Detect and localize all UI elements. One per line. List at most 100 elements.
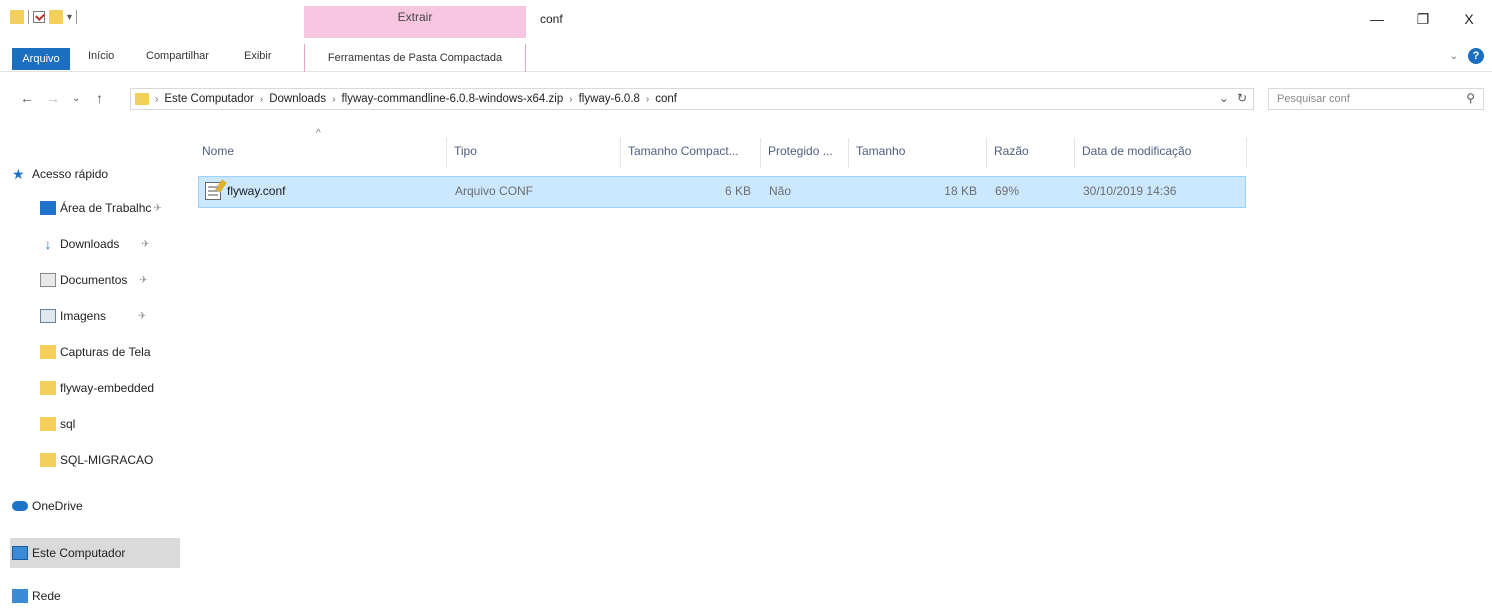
chevron-right-icon[interactable]: › xyxy=(260,94,263,105)
table-row[interactable]: flyway.conf Arquivo CONF 6 KB Não 18 KB … xyxy=(198,176,1246,208)
sidebar-quick-access[interactable]: ★ Acesso rápido xyxy=(12,160,108,188)
sidebar-item-label: Este Computador xyxy=(32,546,126,560)
column-divider[interactable] xyxy=(1246,138,1247,168)
sidebar-item-label: Imagens xyxy=(60,309,107,323)
star-icon: ★ xyxy=(12,166,25,182)
column-divider[interactable] xyxy=(986,138,987,168)
sidebar-item-label: Capturas de Tela xyxy=(60,345,151,359)
breadcrumb-flyway[interactable]: flyway-6.0.8 xyxy=(579,93,640,105)
column-divider[interactable] xyxy=(446,138,447,168)
sidebar-item-label: SQL-MIGRACAO xyxy=(60,453,154,467)
sidebar-item-label: flyway-embedded xyxy=(60,381,155,395)
breadcrumb-downloads[interactable]: Downloads xyxy=(269,93,326,105)
tab-ferramentas-pasta-compactada[interactable]: Ferramentas de Pasta Compactada xyxy=(304,44,526,72)
column-header-razao[interactable]: Razão xyxy=(994,144,1029,158)
chevron-right-icon[interactable]: › xyxy=(569,94,572,105)
sidebar-item-capturas-de-tela[interactable]: Capturas de Tela xyxy=(40,338,151,366)
pin-icon[interactable]: ✈ xyxy=(153,203,161,214)
tab-arquivo[interactable]: Arquivo xyxy=(12,48,70,70)
folder-icon xyxy=(40,345,56,359)
tab-inicio[interactable]: Início xyxy=(88,50,114,62)
file-modified: 30/10/2019 14:36 xyxy=(1083,184,1177,198)
column-header-data-modificacao[interactable]: Data de modificação xyxy=(1082,144,1191,158)
tab-compartilhar[interactable]: Compartilhar xyxy=(146,50,209,62)
divider xyxy=(76,10,78,24)
chevron-right-icon[interactable]: › xyxy=(332,94,335,105)
search-icon[interactable]: ⚲ xyxy=(1466,91,1475,105)
ribbon-right: ⌄ ? xyxy=(1450,48,1484,64)
column-header-tamanho[interactable]: Tamanho xyxy=(856,144,905,158)
ribbon-tabs: Arquivo Início Compartilhar Exibir Ferra… xyxy=(0,44,1492,72)
desktop-icon xyxy=(40,201,56,215)
sidebar-item-area-de-trabalho[interactable]: Área de Trabalhc ✈ xyxy=(40,194,162,222)
up-arrow-icon[interactable]: ↑ xyxy=(96,90,103,106)
folder-icon[interactable] xyxy=(10,10,24,24)
sidebar-item-documentos[interactable]: Documentos ✈ xyxy=(40,266,148,294)
minimize-button[interactable]: — xyxy=(1354,4,1400,34)
column-header-protegido[interactable]: Protegido ... xyxy=(768,144,833,158)
column-headers: ^ Nome Tipo Tamanho Compact... Protegido… xyxy=(198,128,1248,170)
sidebar-item-label: Acesso rápido xyxy=(32,167,109,181)
column-header-tipo[interactable]: Tipo xyxy=(454,144,477,158)
sidebar-item-sql-migracao[interactable]: SQL-MIGRACAO xyxy=(40,446,153,474)
breadcrumb-conf[interactable]: conf xyxy=(655,93,677,105)
sidebar-rede[interactable]: Rede xyxy=(12,582,61,610)
restore-button[interactable]: ❐ xyxy=(1400,4,1446,34)
folder-icon xyxy=(40,381,56,395)
cloud-icon xyxy=(12,501,28,511)
computer-icon xyxy=(12,546,28,560)
chevron-down-icon[interactable]: ⌄ xyxy=(1450,51,1458,62)
column-header-tamanho-compactado[interactable]: Tamanho Compact... xyxy=(628,144,739,158)
help-icon[interactable]: ? xyxy=(1468,48,1484,64)
refresh-icon[interactable]: ↻ xyxy=(1237,91,1247,105)
navigation-pane: ★ Acesso rápido Área de Trabalhc ✈ ↓ Dow… xyxy=(0,150,190,613)
navigation-bar: ← → ⌄ ↑ › Este Computador › Downloads › … xyxy=(0,84,1492,114)
pin-icon[interactable]: ✈ xyxy=(138,311,146,322)
chevron-right-icon[interactable]: › xyxy=(646,94,649,105)
sidebar-item-label: Área de Trabalhc xyxy=(60,201,152,215)
file-protected: Não xyxy=(769,184,792,198)
column-divider[interactable] xyxy=(848,138,849,168)
sidebar-item-sql[interactable]: sql xyxy=(40,410,75,438)
column-divider[interactable] xyxy=(760,138,761,168)
sidebar-este-computador[interactable]: Este Computador xyxy=(12,539,125,567)
sidebar-onedrive[interactable]: OneDrive xyxy=(12,492,83,520)
forward-arrow-icon[interactable]: → xyxy=(46,90,60,106)
address-bar[interactable]: › Este Computador › Downloads › flyway-c… xyxy=(130,88,1254,110)
sidebar-item-flyway-embedded[interactable]: flyway-embedded xyxy=(40,374,154,402)
column-header-nome[interactable]: Nome xyxy=(202,144,234,158)
chevron-down-icon[interactable]: ▾ xyxy=(67,12,72,23)
folder-icon xyxy=(40,453,56,467)
new-folder-icon[interactable] xyxy=(49,10,63,24)
back-arrow-icon[interactable]: ← xyxy=(20,90,34,106)
sidebar-item-label: Documentos xyxy=(60,273,128,287)
column-divider[interactable] xyxy=(1074,138,1075,168)
address-actions: ⌄ ↻ xyxy=(1219,91,1247,105)
column-divider[interactable] xyxy=(620,138,621,168)
divider xyxy=(28,10,29,24)
file-name[interactable]: flyway.conf xyxy=(227,184,285,198)
sidebar-item-imagens[interactable]: Imagens ✈ xyxy=(40,302,146,330)
file-type: Arquivo CONF xyxy=(455,184,534,198)
chevron-down-icon[interactable]: ⌄ xyxy=(72,93,80,104)
pin-icon[interactable]: ✈ xyxy=(141,239,149,250)
image-icon xyxy=(40,309,56,323)
folder-icon xyxy=(135,93,149,105)
breadcrumb-zip[interactable]: flyway-commandline-6.0.8-windows-x64.zip xyxy=(341,93,563,105)
sidebar-item-label: sql xyxy=(60,417,76,431)
sidebar-item-label: Downloads xyxy=(60,237,120,251)
pin-icon[interactable]: ✈ xyxy=(139,275,147,286)
sidebar-item-label: OneDrive xyxy=(32,499,83,513)
close-button[interactable]: X xyxy=(1446,4,1492,34)
breadcrumb-este-computador[interactable]: Este Computador xyxy=(164,93,254,105)
file-size: 18 KB xyxy=(944,184,977,198)
config-file-icon xyxy=(205,179,227,200)
tab-exibir[interactable]: Exibir xyxy=(244,50,272,62)
network-icon xyxy=(12,589,28,603)
context-tab-extrair[interactable]: Extrair xyxy=(304,10,526,24)
chevron-right-icon[interactable]: › xyxy=(155,94,158,105)
sidebar-item-downloads[interactable]: ↓ Downloads ✈ xyxy=(40,230,150,258)
properties-icon[interactable] xyxy=(33,11,45,23)
chevron-down-icon[interactable]: ⌄ xyxy=(1219,91,1229,105)
search-input[interactable]: Pesquisar conf ⚲ xyxy=(1268,88,1484,110)
